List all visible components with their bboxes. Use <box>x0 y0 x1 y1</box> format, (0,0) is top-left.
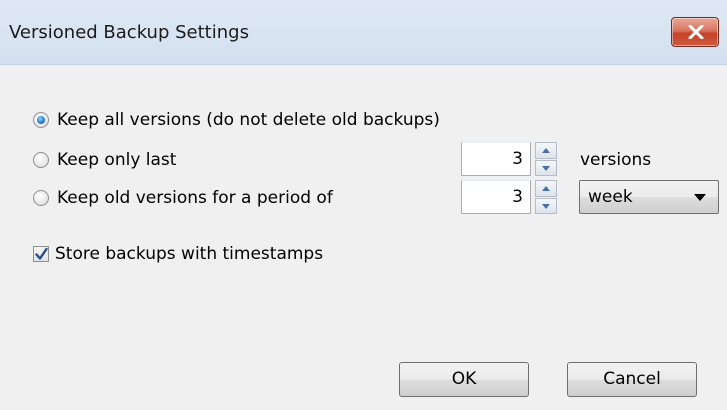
keep-period-count-input[interactable]: 3 <box>461 180 531 214</box>
keep-all-radio[interactable] <box>33 112 49 128</box>
keep-last-radio[interactable] <box>33 152 49 168</box>
dropdown-arrow-icon <box>694 194 706 201</box>
keep-period-increment-button[interactable] <box>535 180 557 197</box>
cancel-button[interactable]: Cancel <box>567 362 697 397</box>
ok-button[interactable]: OK <box>399 362 529 397</box>
timestamps-label: Store backups with timestamps <box>55 244 324 264</box>
keep-period-spinner[interactable]: 3 <box>461 180 571 214</box>
keep-all-option[interactable]: Keep all versions (do not delete old bac… <box>33 108 440 132</box>
close-icon <box>688 25 704 39</box>
window-title: Versioned Backup Settings <box>9 22 249 43</box>
keep-all-label: Keep all versions (do not delete old bac… <box>57 110 440 130</box>
spin-down-arrow-icon <box>542 203 550 209</box>
keep-period-radio[interactable] <box>33 190 49 206</box>
title-bar[interactable]: Versioned Backup Settings <box>0 0 727 65</box>
keep-last-unit-label: versions <box>580 150 652 170</box>
keep-period-decrement-button[interactable] <box>535 197 557 214</box>
timestamps-option[interactable]: Store backups with timestamps <box>33 242 323 266</box>
keep-period-label: Keep old versions for a period of <box>57 188 333 208</box>
keep-period-option[interactable]: Keep old versions for a period of <box>33 186 333 210</box>
keep-last-spinner[interactable]: 3 <box>461 142 571 176</box>
keep-last-option[interactable]: Keep only last <box>33 148 176 172</box>
spin-up-arrow-icon <box>542 186 550 191</box>
keep-last-increment-button[interactable] <box>535 142 557 159</box>
checkmark-icon <box>35 247 48 260</box>
close-button[interactable] <box>671 17 719 47</box>
period-unit-select[interactable]: week <box>579 180 719 214</box>
spin-up-arrow-icon <box>542 148 550 153</box>
spin-down-arrow-icon <box>542 165 550 171</box>
timestamps-checkbox[interactable] <box>33 246 49 262</box>
keep-last-decrement-button[interactable] <box>535 159 557 176</box>
keep-last-label: Keep only last <box>57 150 177 170</box>
versioned-backup-settings-dialog: Versioned Backup Settings Keep all versi… <box>0 0 727 410</box>
period-unit-value: week <box>588 187 633 207</box>
keep-last-count-input[interactable]: 3 <box>461 142 531 176</box>
